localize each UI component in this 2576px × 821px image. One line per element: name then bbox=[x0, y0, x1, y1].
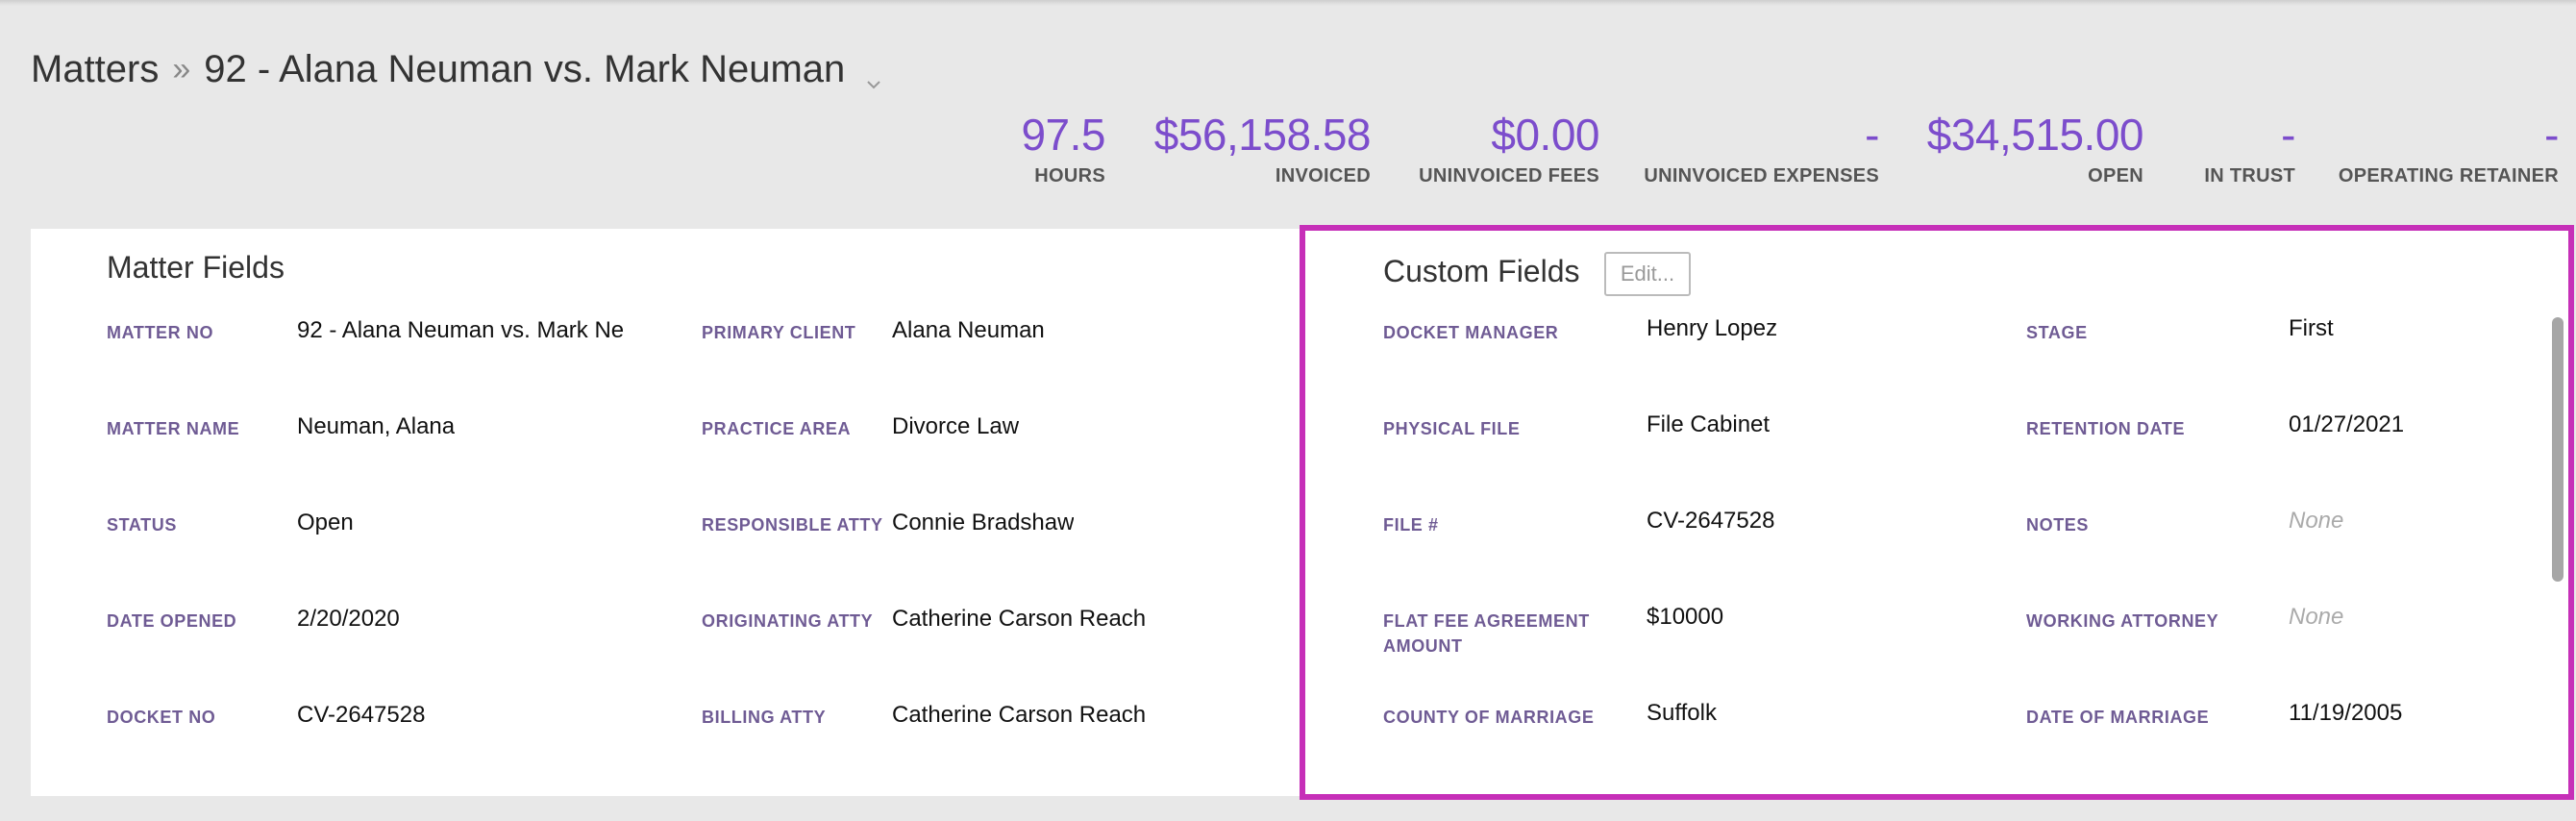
stat-invoiced: $56,158.58 INVOICED bbox=[1153, 108, 1372, 187]
field-value-working-attorney: None bbox=[2289, 604, 2344, 630]
breadcrumb: Matters » 92 - Alana Neuman vs. Mark Neu… bbox=[31, 48, 883, 91]
field-label: RESPONSIBLE ATTY bbox=[702, 515, 883, 535]
stat-value: $34,515.00 bbox=[1926, 110, 2144, 160]
field-label: FILE # bbox=[1383, 515, 1439, 535]
field-label: WORKING ATTORNEY bbox=[2026, 611, 2219, 631]
field-label: MATTER NAME bbox=[107, 419, 240, 438]
stat-value: $56,158.58 bbox=[1153, 110, 1372, 160]
field-label: FLAT FEE AGREEMENT AMOUNT bbox=[1383, 611, 1590, 656]
stat-label: OPERATING RETAINER bbox=[2338, 165, 2559, 187]
field-value-file-number: CV-2647528 bbox=[1647, 508, 1775, 534]
field-label: RETENTION DATE bbox=[2026, 419, 2186, 438]
stat-in-trust: - IN TRUST bbox=[2204, 108, 2295, 187]
stat-label: UNINVOICED EXPENSES bbox=[1644, 165, 1879, 187]
matter-stats-bar: 97.5 HOURS $56,158.58 INVOICED $0.00 UNI… bbox=[0, 108, 2576, 200]
field-label: PHYSICAL FILE bbox=[1383, 419, 1521, 438]
field-value-date-of-marriage: 11/19/2005 bbox=[2289, 700, 2403, 726]
matter-fields-title: Matter Fields bbox=[107, 250, 285, 285]
top-shadow bbox=[0, 0, 2576, 6]
field-value-flat-fee-agreement-amount: $10000 bbox=[1647, 604, 1724, 630]
field-label: DOCKET MANAGER bbox=[1383, 323, 1559, 342]
stat-value: - bbox=[1865, 110, 1879, 160]
field-value-matter-no: 92 - Alana Neuman vs. Mark Neuma bbox=[297, 317, 624, 343]
field-value-docket-no: CV-2647528 bbox=[297, 702, 426, 728]
stat-label: HOURS bbox=[1034, 165, 1105, 187]
field-value-billing-atty: Catherine Carson Reach bbox=[892, 702, 1147, 728]
field-label: STATUS bbox=[107, 515, 177, 535]
stat-label: UNINVOICED FEES bbox=[1419, 165, 1599, 187]
field-value-practice-area: Divorce Law bbox=[892, 413, 1020, 439]
matter-fields-panel: Matter Fields MATTER NO 92 - Alana Neuma… bbox=[31, 229, 1309, 796]
breadcrumb-separator: » bbox=[172, 51, 191, 87]
breadcrumb-current-matter[interactable]: 92 - Alana Neuman vs. Mark Neuman bbox=[204, 48, 845, 91]
field-value-matter-name: Neuman, Alana bbox=[297, 413, 456, 439]
stat-uninvoiced-expenses: - UNINVOICED EXPENSES bbox=[1644, 108, 1879, 187]
custom-fields-title: Custom Fields bbox=[1383, 254, 1580, 288]
stat-value: - bbox=[2544, 110, 2559, 160]
field-label: COUNTY OF MARRIAGE bbox=[1383, 708, 1595, 727]
field-value-stage: First bbox=[2289, 315, 2334, 341]
custom-fields-panel: Custom Fields Edit... DOCKET MANAGER Hen… bbox=[1303, 229, 2570, 796]
stat-hours: 97.5 HOURS bbox=[1021, 108, 1105, 187]
field-label: STAGE bbox=[2026, 323, 2088, 342]
stat-label: IN TRUST bbox=[2204, 165, 2295, 187]
field-label: PRACTICE AREA bbox=[702, 419, 852, 438]
field-value-originating-atty: Catherine Carson Reach bbox=[892, 606, 1147, 632]
page: Matters » 92 - Alana Neuman vs. Mark Neu… bbox=[0, 0, 2576, 821]
field-label: PRIMARY CLIENT bbox=[702, 323, 856, 342]
field-value-date-opened: 2/20/2020 bbox=[297, 606, 400, 632]
stat-operating-retainer: - OPERATING RETAINER bbox=[2338, 108, 2560, 187]
field-value-physical-file: File Cabinet bbox=[1647, 411, 1771, 437]
field-label: MATTER NO bbox=[107, 323, 214, 342]
stat-value: $0.00 bbox=[1491, 110, 1599, 160]
custom-fields-scrollbar[interactable] bbox=[2552, 317, 2564, 582]
stat-uninvoiced-fees: $0.00 UNINVOICED FEES bbox=[1419, 108, 1599, 187]
breadcrumb-matters-link[interactable]: Matters bbox=[31, 48, 159, 91]
field-value-notes: None bbox=[2289, 508, 2344, 534]
stat-label: OPEN bbox=[2088, 165, 2143, 187]
edit-custom-fields-button[interactable]: Edit... bbox=[1604, 252, 1691, 296]
stat-value: - bbox=[2281, 110, 2295, 160]
field-value-status: Open bbox=[297, 510, 354, 535]
chevron-down-icon[interactable] bbox=[864, 61, 883, 88]
stat-open: $34,515.00 OPEN bbox=[1926, 108, 2144, 187]
field-label: DOCKET NO bbox=[107, 708, 216, 727]
field-value-retention-date: 01/27/2021 bbox=[2289, 411, 2405, 437]
field-value-county-of-marriage: Suffolk bbox=[1647, 700, 1717, 726]
stat-value: 97.5 bbox=[1021, 110, 1105, 160]
field-label: ORIGINATING ATTY bbox=[702, 611, 874, 631]
field-label: BILLING ATTY bbox=[702, 708, 827, 727]
field-value-primary-client[interactable]: Alana Neuman bbox=[892, 317, 1045, 344]
field-value-docket-manager: Henry Lopez bbox=[1647, 315, 1778, 341]
stat-label: INVOICED bbox=[1275, 165, 1371, 187]
field-label: DATE OF MARRIAGE bbox=[2026, 708, 2210, 727]
field-value-responsible-atty: Connie Bradshaw bbox=[892, 510, 1075, 535]
field-label: NOTES bbox=[2026, 515, 2090, 535]
field-label: DATE OPENED bbox=[107, 611, 237, 631]
